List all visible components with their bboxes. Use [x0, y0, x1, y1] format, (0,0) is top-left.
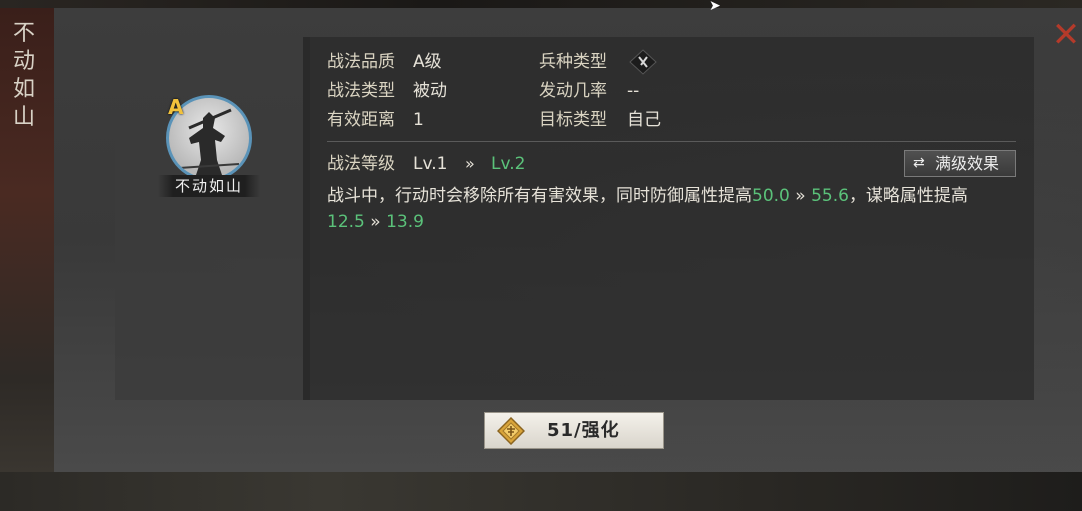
- attr-target-value: 自己: [627, 110, 661, 130]
- side-title-char: 不: [12, 21, 35, 46]
- section-divider: [327, 141, 1016, 142]
- panel-divider: [303, 37, 310, 400]
- level-label: 战法等级: [327, 154, 395, 174]
- enhance-button[interactable]: 51/强化: [484, 412, 664, 449]
- skill-grade-badge: A: [168, 95, 184, 119]
- desc-value-from: 12.5: [327, 212, 365, 232]
- desc-value-from: 50.0: [752, 186, 790, 206]
- full-level-effect-button[interactable]: ⇄ 满级效果: [904, 150, 1016, 177]
- level-current: Lv.1: [413, 154, 448, 174]
- desc-arrow: »: [364, 212, 387, 232]
- skill-name-plate: 不动如山: [158, 175, 260, 197]
- attr-quality-label: 战法品质: [327, 52, 395, 72]
- skill-portrait-panel: [115, 37, 303, 400]
- gold-coin-icon: [496, 416, 526, 446]
- full-level-effect-label: 满级效果: [935, 154, 1000, 173]
- desc-value-to: 55.6: [811, 186, 849, 206]
- close-button[interactable]: ✕: [1050, 18, 1082, 52]
- skill-description: 战斗中，行动时会移除所有有害效果，同时防御属性提高50.0 » 55.6，谋略属…: [327, 183, 1017, 235]
- attr-type-value: 被动: [413, 81, 447, 101]
- background-bottom: [0, 472, 1082, 511]
- attr-quality-value: A级: [413, 52, 442, 72]
- level-arrow-icon: »: [465, 154, 475, 173]
- troop-type-icon: [628, 49, 658, 75]
- attr-range-value: 1: [413, 110, 424, 130]
- level-next: Lv.2: [491, 154, 526, 174]
- swap-icon: ⇄: [913, 155, 925, 171]
- enhance-button-label: 51/强化: [547, 420, 620, 441]
- desc-text: 战斗中，行动时会移除所有有害效果，同时防御属性提高: [327, 186, 752, 206]
- attr-range-label: 有效距离: [327, 110, 395, 130]
- attr-chance-value: --: [627, 81, 640, 101]
- attr-troop-label: 兵种类型: [539, 52, 607, 72]
- desc-arrow: »: [789, 186, 812, 206]
- side-title-char: 山: [12, 105, 35, 130]
- attr-type-label: 战法类型: [327, 81, 395, 101]
- side-title-char: 动: [12, 49, 35, 74]
- desc-text: ，谋略属性提高: [848, 186, 968, 206]
- attr-target-label: 目标类型: [539, 110, 607, 130]
- side-title: 不 动 如 山: [12, 20, 36, 132]
- side-title-char: 如: [12, 77, 35, 102]
- desc-value-to: 13.9: [386, 212, 424, 232]
- mouse-cursor-icon: ➤: [709, 0, 721, 14]
- attr-chance-label: 发动几率: [539, 81, 607, 101]
